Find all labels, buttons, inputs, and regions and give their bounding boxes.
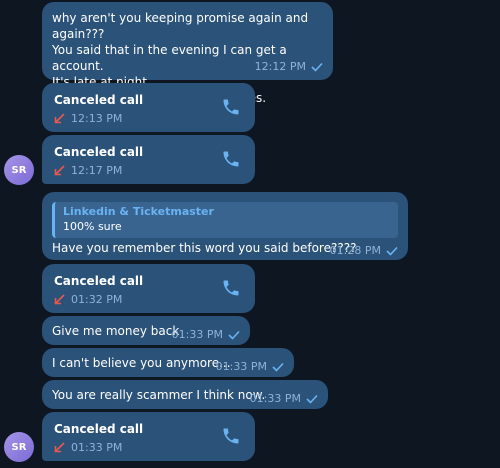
call-info: 12:17 PM [54,164,122,177]
call-info: 12:13 PM [54,112,122,125]
call-title: Canceled call [54,145,144,159]
chat-area: why aren't you keeping promise again and… [0,0,500,468]
missed-call-arrow-icon [54,165,65,176]
call-bubble[interactable]: Canceled call 01:33 PM [42,412,255,461]
missed-call-arrow-icon [54,294,65,305]
call-bubble[interactable]: Canceled call 12:13 PM [42,83,255,132]
avatar[interactable]: SR [4,432,34,462]
message-meta: 01:33 PM [250,392,318,405]
reply-sender: Linkedin & Ticketmaster [63,205,214,218]
message-meta: 01:33 PM [172,328,240,341]
check-icon [306,394,318,404]
call-info: 01:33 PM [54,441,122,454]
phone-icon[interactable] [221,278,241,298]
call-info: 01:32 PM [54,293,122,306]
call-bubble[interactable]: Canceled call 12:17 PM [42,135,255,184]
reply-text: 100% sure [63,220,122,233]
check-icon [386,246,398,256]
message-bubble[interactable]: why aren't you keeping promise again and… [42,2,333,105]
message-time: 01:33 PM [215,360,267,373]
message-meta: 01:33 PM [216,360,284,373]
call-title: Canceled call [54,93,144,107]
message-bubble[interactable]: You are really scammer I think now. 01:3… [42,380,328,409]
call-time: 01:33 PM [71,441,123,454]
message-time: 01:33 PM [249,392,301,405]
message-time: 12:12 PM [254,60,306,73]
call-time: 12:17 PM [71,164,123,177]
message-bubble[interactable]: Linkedin & Ticketmaster 100% sure Have y… [42,192,408,260]
call-title: Canceled call [54,274,144,288]
phone-icon[interactable] [221,97,241,117]
call-bubble[interactable]: Canceled call 01:32 PM [42,264,255,313]
message-time: 01:28 PM [329,244,381,257]
missed-call-arrow-icon [54,442,65,453]
phone-icon[interactable] [221,149,241,169]
message-meta: 12:12 PM [255,60,323,73]
missed-call-arrow-icon [54,113,65,124]
message-text: Have you remember this word you said bef… [52,241,357,255]
check-icon [311,62,323,72]
message-bubble[interactable]: I can't believe you anymore... 01:33 PM [42,348,294,377]
check-icon [272,362,284,372]
check-icon [228,330,240,340]
message-meta: 01:28 PM [330,244,398,257]
reply-quote[interactable]: Linkedin & Ticketmaster 100% sure [52,202,398,238]
call-title: Canceled call [54,422,144,436]
call-time: 12:13 PM [71,112,123,125]
call-time: 01:32 PM [71,293,123,306]
message-bubble[interactable]: Give me money back 01:33 PM [42,316,250,345]
message-time: 01:33 PM [171,328,223,341]
avatar[interactable]: SR [4,155,34,185]
phone-icon[interactable] [221,426,241,446]
